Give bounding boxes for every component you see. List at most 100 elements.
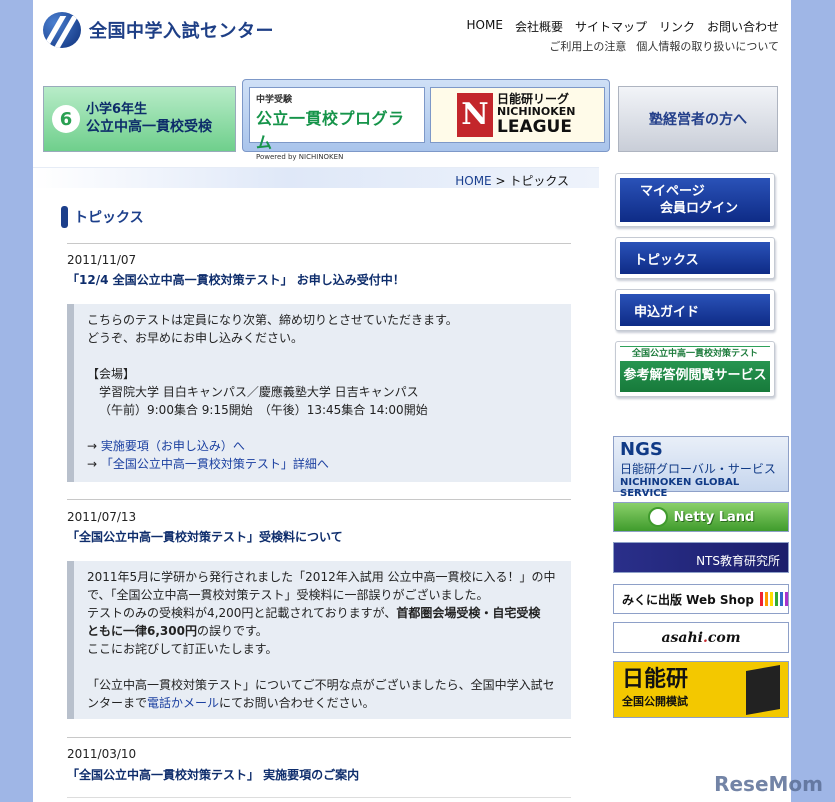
nav-company[interactable]: 会社概要	[515, 18, 563, 35]
sidebar-item-guide[interactable]: 申込ガイド	[615, 289, 775, 331]
league-line3: LEAGUE	[497, 117, 572, 138]
post-emphasis: ともに一律6,300円	[87, 624, 197, 638]
netty-mascot-icon	[647, 507, 668, 527]
side-nav: マイページ 会員ログイン トピックス 申込ガイド 全国公立中高一貫校対策テスト …	[599, 167, 791, 415]
mikuni-webshop-banner[interactable]: みくに出版 Web Shop	[613, 584, 789, 614]
post-line: テストのみの受検料が4,200円と記載されておりますが、首都圏会場受検・自宅受検	[87, 604, 571, 622]
ngs-line2: 日能研グローバル・サービス	[620, 462, 776, 476]
heading-bar	[61, 206, 68, 228]
post-emphasis: 首都圏会場受検・自宅受検	[396, 606, 541, 620]
post-line: で、「全国公立中高一貫校対策テスト」受検料に一部誤りがございました。	[87, 588, 489, 602]
nav-privacy[interactable]: 個人情報の取り扱いについて	[636, 38, 779, 54]
asahi-b: com	[707, 629, 741, 646]
grade6-line2: 公立中高一貫校受検	[86, 119, 212, 136]
grade6-line1: 小学6年生	[86, 101, 148, 117]
post-line: ここにお詫びして訂正いたします。	[87, 642, 278, 656]
grade6-banner[interactable]: 6 小学6年生 公立中高一貫校受検	[43, 86, 236, 152]
post-line: こちらのテストは定員になり次第、締め切りとさせていただきます。	[87, 313, 458, 327]
arrow-icon: →	[87, 439, 98, 453]
watermark: ReseMom	[714, 772, 823, 796]
guideline-link[interactable]: 実施要項（お申し込み）へ	[101, 439, 245, 453]
post-line: 学習院大学 目白キャンパス／慶應義塾大学 日吉キャンパス	[99, 385, 419, 399]
sidebar-item-topics[interactable]: トピックス	[615, 237, 775, 279]
mikuni-label: みくに出版 Web Shop	[622, 592, 754, 607]
test-detail-link[interactable]: 「全国公立中高一貫校対策テスト」詳細へ	[101, 457, 329, 471]
breadcrumb-home[interactable]: HOME	[455, 174, 491, 188]
nts-label: NTS教育研究所	[696, 554, 780, 568]
divider	[67, 737, 571, 738]
post-date: 2011/11/07	[67, 253, 137, 267]
answer-service-label: 参考解答例閲覧サービス	[623, 368, 767, 383]
post-text: にてお問い合わせください。	[219, 696, 375, 710]
pencils-icon	[759, 592, 788, 606]
koritsu-main: 公立一貫校プログラム	[256, 109, 405, 152]
answer-service-sub: 全国公立中高一貫校対策テスト	[620, 347, 770, 361]
post-date: 2011/07/13	[67, 510, 137, 524]
koritsu-powered: Powered by NICHINOKEN	[256, 153, 344, 161]
page-title: トピックス	[61, 206, 144, 228]
answer-service-button[interactable]: 全国公立中高一貫校対策テスト 参考解答例閲覧サービス	[615, 341, 775, 397]
nav-terms[interactable]: ご利用上の注意	[549, 38, 626, 54]
sub-nav: ご利用上の注意 個人情報の取り扱いについて	[549, 38, 779, 54]
mypage-login-inner: マイページ 会員ログイン	[620, 178, 770, 222]
breadcrumb-bar: HOME > トピックス	[33, 167, 599, 188]
nav-links[interactable]: リンク	[659, 18, 695, 35]
divider	[67, 243, 571, 244]
breadcrumb-current: トピックス	[509, 174, 569, 188]
asahi-banner[interactable]: asahi.com	[613, 622, 789, 653]
netty-land-banner[interactable]: Netty Land	[613, 502, 789, 532]
koritsu-program-banner[interactable]: 中学受験 公立一貫校プログラム Powered by NICHINOKEN	[249, 87, 425, 161]
juku-owner-banner[interactable]: 塾経営者の方へ	[618, 86, 778, 152]
post-date: 2011/03/10	[67, 747, 137, 761]
ngs-banner[interactable]: NGS 日能研グローバル・サービス NICHINOKEN GLOBAL SERV…	[613, 436, 789, 499]
post-title[interactable]: 「全国公立中高一貫校対策テスト」 実施要項のご案内	[67, 766, 359, 783]
breadcrumb-separator: >	[495, 174, 506, 188]
post-line: どうぞ、お早めにお申し込みください。	[87, 331, 304, 345]
breadcrumb: HOME > トピックス	[455, 172, 569, 189]
ngs-line3: NICHINOKEN GLOBAL SERVICE	[620, 477, 740, 499]
post-line: （午前）9:00集合 9:15開始 （午後）13:45集合 14:00開始	[99, 403, 428, 417]
post-line: 【会場】	[87, 367, 136, 381]
nts-banner[interactable]: NTS教育研究所	[613, 542, 789, 573]
ngs-title: NGS	[620, 439, 663, 460]
logo-text: 全国中学入試センター	[89, 21, 274, 42]
mypage-login-button[interactable]: マイページ 会員ログイン	[615, 173, 775, 227]
top-nav: HOME 会社概要 サイトマップ リンク お問い合わせ	[467, 18, 779, 35]
koritsu-sub: 中学受験	[256, 95, 293, 105]
program-banner-group: 中学受験 公立一貫校プログラム Powered by NICHINOKEN N …	[242, 79, 610, 161]
nav-contact[interactable]: お問い合わせ	[707, 18, 779, 35]
zenkoku-moshi-banner[interactable]: 日能研 全国公開模試	[613, 661, 789, 718]
login-label: 会員ログイン	[660, 201, 739, 216]
post-line: 「公立中高一貫校対策テスト」についてご不明な点がございましたら、全国中学入試セ	[87, 678, 555, 692]
grade-number-badge: 6	[52, 105, 80, 133]
contact-link[interactable]: 電話かメール	[147, 696, 219, 710]
nav-sitemap[interactable]: サイトマップ	[575, 18, 647, 35]
netty-label: Netty Land	[673, 509, 755, 525]
post-text: テストのみの受検料が4,200円と記載されておりますが、	[87, 606, 397, 620]
page-title-text: トピックス	[74, 210, 144, 226]
nav-home[interactable]: HOME	[467, 18, 503, 35]
post-body: 2011年5月に学研から発行されました「2012年入試用 公立中高一貫校に入る！…	[67, 561, 571, 719]
site-logo[interactable]: 全国中学入試センター	[43, 12, 274, 48]
arrow-icon: →	[87, 457, 98, 471]
topics-label: トピックス	[620, 242, 770, 274]
nichinoken-league-banner[interactable]: N 日能研リーグ NICHINOKEN LEAGUE	[430, 87, 605, 143]
post-link-row: → 「全国公立中高一貫校対策テスト」詳細へ	[87, 455, 571, 473]
grade6-text: 小学6年生 公立中高一貫校受検	[86, 101, 212, 137]
mypage-label: マイページ	[640, 184, 705, 199]
post-title[interactable]: 「全国公立中高一貫校対策テスト」受検料について	[67, 528, 343, 545]
post-title[interactable]: 「12/4 全国公立中高一貫校対策テスト」 お申し込み受付中！	[67, 271, 405, 288]
post-line: ンターまで電話かメールにてお問い合わせください。	[87, 694, 571, 712]
league-logo-icon: N	[457, 93, 493, 137]
post-line: 2011年5月に学研から発行されました「2012年入試用 公立中高一貫校に入る！…	[87, 570, 556, 584]
asahi-a: asahi	[661, 629, 703, 646]
divider	[67, 499, 571, 500]
post-text: の誤りです。	[196, 624, 268, 638]
asahi-logo: asahi.com	[661, 630, 740, 646]
post-link-row: → 実施要項（お申し込み）へ	[87, 437, 571, 455]
league-text: 日能研リーグ NICHINOKEN LEAGUE	[497, 92, 575, 138]
answer-service-inner: 全国公立中高一貫校対策テスト 参考解答例閲覧サービス	[620, 346, 770, 392]
post-text: ンターまで	[87, 696, 148, 710]
